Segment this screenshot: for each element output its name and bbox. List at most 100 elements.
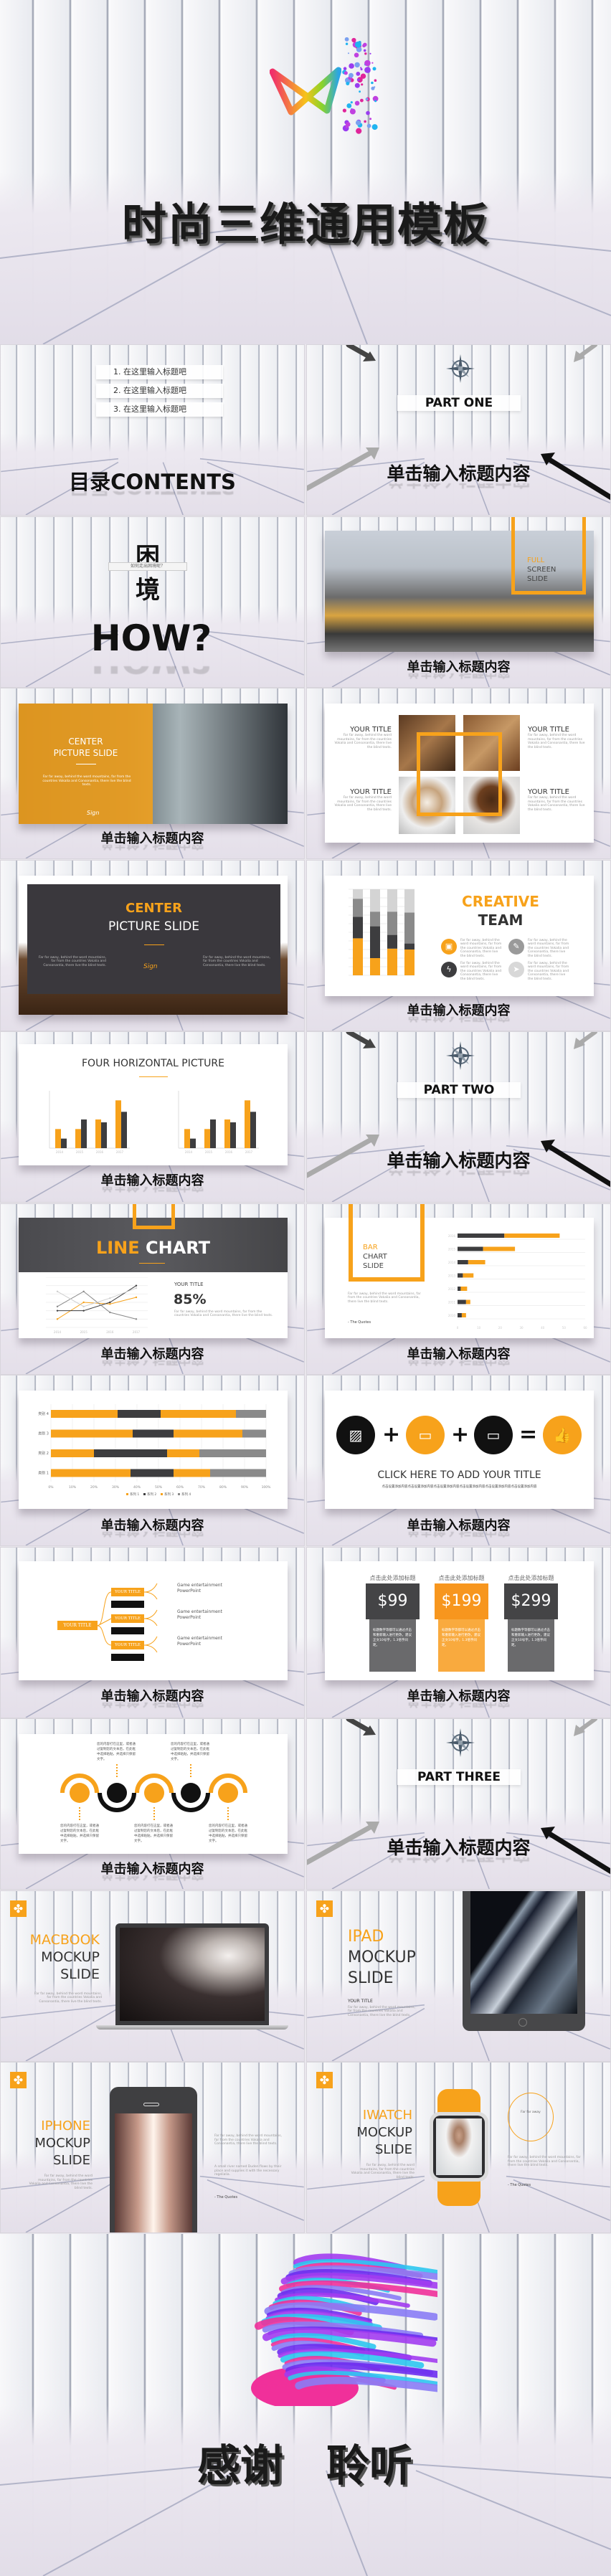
slide-iphone[interactable]: ✤ IPHONE MOCKUP SLIDE Far far away, behi… bbox=[0, 2062, 305, 2233]
bar-segment bbox=[210, 1469, 266, 1477]
title-mockup: MOCKUP bbox=[348, 1948, 416, 1966]
slide-four-horizontal[interactable]: FOUR HORIZONTAL PICTURE 2014 2015 2016 2017… bbox=[0, 1031, 305, 1203]
cover-slide[interactable]: 时尚三维通用模板 时尚三维通用模板 bbox=[0, 0, 611, 344]
slide-caption[interactable]: 单击输入标题内容 bbox=[1, 1686, 304, 1705]
contents-item[interactable]: 1. 在这里输入标题吧 bbox=[96, 365, 223, 379]
series-line bbox=[57, 1287, 137, 1307]
four-h-title: FOUR HORIZONTAL PICTURE bbox=[82, 1058, 224, 1069]
particle-dot bbox=[354, 100, 360, 106]
slide-ipad[interactable]: ✤ IPAD MOCKUP SLIDE YOUR TITLE Far far a… bbox=[306, 1890, 611, 2062]
bar-segment bbox=[458, 1312, 462, 1317]
particle-dot bbox=[351, 37, 356, 43]
column-segment bbox=[353, 937, 363, 975]
slide-caption[interactable]: 单击输入标题内容 bbox=[307, 1000, 610, 1019]
slide-contents[interactable]: 1. 在这里输入标题吧 2. 在这里输入标题吧 3. 在这里输入标题吧 目录CO… bbox=[0, 344, 305, 516]
slide-caption[interactable]: 单击输入标题内容 bbox=[307, 1344, 610, 1363]
price-heading: 点击此处添加标题 bbox=[369, 1574, 416, 1581]
particle-dot bbox=[356, 78, 360, 82]
x-tick-label: 90% bbox=[241, 1485, 249, 1490]
runway-photo bbox=[120, 1927, 265, 2021]
price-column[interactable]: $299 标题数字等都可以通过点击和重新输入进行更改，建议正文10号字，1.3倍字… bbox=[504, 1583, 558, 1672]
panel-text-right: Far far away, behind the word mountains,… bbox=[203, 955, 270, 967]
branch-node[interactable]: YOUR TITLE bbox=[111, 1640, 144, 1649]
bar-segment bbox=[51, 1429, 133, 1438]
particle-dot bbox=[369, 52, 371, 55]
percent-value: 85% bbox=[174, 1291, 207, 1307]
contents-item[interactable]: 3. 在这里输入标题吧 bbox=[96, 402, 223, 417]
particle-dot bbox=[345, 42, 349, 45]
bar-segment bbox=[51, 1410, 118, 1418]
slide-creative-team[interactable]: CREATIVE TEAM ▣ Far far away, behind the … bbox=[306, 859, 611, 1031]
slide-stacked-bars[interactable]: 0% 10% 20% 30% 40% 50% 60% 70% 80% 90% 100% 类别 4 类别 … bbox=[0, 1375, 305, 1546]
slide-caption[interactable]: 单击输入标题内容 bbox=[307, 1147, 610, 1173]
bar bbox=[121, 1112, 127, 1148]
slide-four-titles[interactable]: YOUR TITLE Far far away, behind the word … bbox=[306, 688, 611, 859]
slide-full-screen[interactable]: FULL SCREEN SLIDE 单击输入标题内容 单击输入标题内容 bbox=[306, 516, 611, 688]
orange-overlay: CENTER PICTURE SLIDE Far far away, behin… bbox=[19, 704, 153, 824]
root-node[interactable]: YOUR TITLE bbox=[57, 1620, 98, 1630]
title-block-br: YOUR TITLE Far far away, behind the word … bbox=[528, 788, 587, 812]
contents-item[interactable]: 2. 在这里输入标题吧 bbox=[96, 384, 223, 398]
x-tick-label: 2016 bbox=[106, 1330, 114, 1334]
data-point bbox=[135, 1296, 138, 1298]
slide-bar-chart[interactable]: BAR CHART SLIDE Far far away, behind the… bbox=[306, 1203, 611, 1375]
icon-text: Far far away, behind the word mountains,… bbox=[528, 938, 569, 958]
line-chart: 2014 2015 2016 2017 bbox=[46, 1277, 148, 1334]
slide-part-two[interactable]: PART TWO 单击输入标题内容 单击输入标题内容 bbox=[306, 1031, 611, 1203]
iphone-text-2: A small river named Duden flows by their… bbox=[214, 2165, 282, 2177]
bar-segment bbox=[458, 1246, 483, 1251]
bar-segment bbox=[94, 1449, 167, 1457]
man-photo bbox=[436, 2118, 482, 2175]
particle-dot bbox=[349, 72, 354, 78]
legend-label: 系列 4 bbox=[181, 1492, 191, 1497]
thanks-slide[interactable]: 感谢 聆听 bbox=[0, 2234, 611, 2576]
branch-node[interactable]: YOUR TITLE bbox=[111, 1614, 144, 1623]
bar-segment bbox=[458, 1273, 463, 1277]
slide-center-dark[interactable]: CENTER PICTURE SLIDE Far far away, behin… bbox=[0, 859, 305, 1031]
slide-caption[interactable]: 单击输入标题内容 bbox=[307, 1686, 610, 1705]
price-column[interactable]: $199 标题数字等都可以通过点击和重新输入进行更改，建议正文10号字，1.3倍字… bbox=[435, 1583, 488, 1672]
slide-part-three[interactable]: PART THREE 单击输入标题内容 单击输入标题内容 bbox=[306, 1718, 611, 1890]
particle-dot bbox=[349, 63, 354, 69]
particle-dot bbox=[342, 108, 346, 113]
branch-node[interactable]: YOUR TITLE bbox=[111, 1587, 144, 1596]
slide-caption[interactable]: 单击输入标题内容 bbox=[307, 460, 610, 486]
slide-pricing[interactable]: 点击此处添加标题 $99 标题数字等都可以通过点击和重新输入进行更改，建议正文10号… bbox=[306, 1546, 611, 1718]
title-mockup: MOCKUP bbox=[34, 2136, 90, 2151]
particle-dot bbox=[361, 83, 364, 86]
equation-title[interactable]: CLICK HERE TO ADD YOUR TITLE bbox=[325, 1469, 594, 1481]
panel-divider bbox=[144, 944, 164, 945]
slide-dilemma[interactable]: 困 如何走出困境呢？ 境 HOW? HOW? bbox=[0, 516, 305, 688]
slide-caption[interactable]: 单击输入标题内容 bbox=[307, 657, 610, 676]
data-point bbox=[109, 1297, 111, 1299]
equals-icon: = bbox=[519, 1422, 538, 1447]
slide-macbook[interactable]: ✤ MACBOOK MOCKUP SLIDE Far far away, beh… bbox=[0, 1890, 305, 2062]
caption-reflection: 单击输入标题内容 bbox=[307, 673, 610, 682]
mockup-title: MACBOOK MOCKUP SLIDE bbox=[30, 1931, 100, 1983]
signature: Sign bbox=[143, 962, 158, 970]
label-chart: CHART bbox=[363, 1252, 387, 1261]
y-tick-label: 2010 bbox=[448, 1314, 456, 1317]
particle-dot bbox=[350, 101, 353, 104]
slide-caption[interactable]: 单击输入标题内容 bbox=[1, 1344, 304, 1363]
slide-line-chart[interactable]: LINE CHART 2014 2015 2016 2017 YOUR TITLE 8… bbox=[0, 1203, 305, 1375]
slide-center-picture[interactable]: CENTER PICTURE SLIDE Far far away, behin… bbox=[0, 688, 305, 859]
slide-timeline[interactable]: 您的内容打在这里，或者通过复制您的文本后，在此框中选择粘贴，并选择只保留文字。您… bbox=[0, 1718, 305, 1890]
price-column[interactable]: $99 标题数字等都可以通过点击和重新输入进行更改，建议正文10号字，1.3倍字间… bbox=[366, 1583, 420, 1672]
slide-part-one[interactable]: PART ONE 单击输入标题内容 单击输入标题内容 bbox=[306, 344, 611, 516]
bar bbox=[250, 1112, 256, 1148]
legend-swatch bbox=[126, 1493, 128, 1495]
basketball-icon bbox=[144, 1783, 164, 1803]
price-heading: 点击此处添加标题 bbox=[438, 1574, 485, 1581]
pen-icon: ✎ bbox=[508, 938, 524, 955]
particle-dot bbox=[363, 49, 366, 52]
title-ipad: IPAD bbox=[348, 1927, 384, 1946]
column-segment bbox=[404, 889, 415, 912]
slide-mindmap[interactable]: YOUR TITLE YOUR TITLE Game entertainment P… bbox=[0, 1546, 305, 1718]
x-tick-label: 30 bbox=[519, 1326, 524, 1330]
slide-caption[interactable]: 单击输入标题内容 bbox=[307, 1834, 610, 1860]
particle-dot bbox=[344, 71, 348, 75]
slide-iwatch[interactable]: ✤ IWATCH MOCKUP SLIDE Far far away, behi… bbox=[306, 2062, 611, 2233]
horizontal-bar-chart: 2016 2015 2014 2013 2012 2011 2010 0 10 20 30 40 50 6… bbox=[448, 1233, 587, 1330]
slide-equation[interactable]: ▨ ▭ ▭ 👍 + + = CLICK HERE TO ADD YOUR TITLE 点击设… bbox=[306, 1375, 611, 1546]
